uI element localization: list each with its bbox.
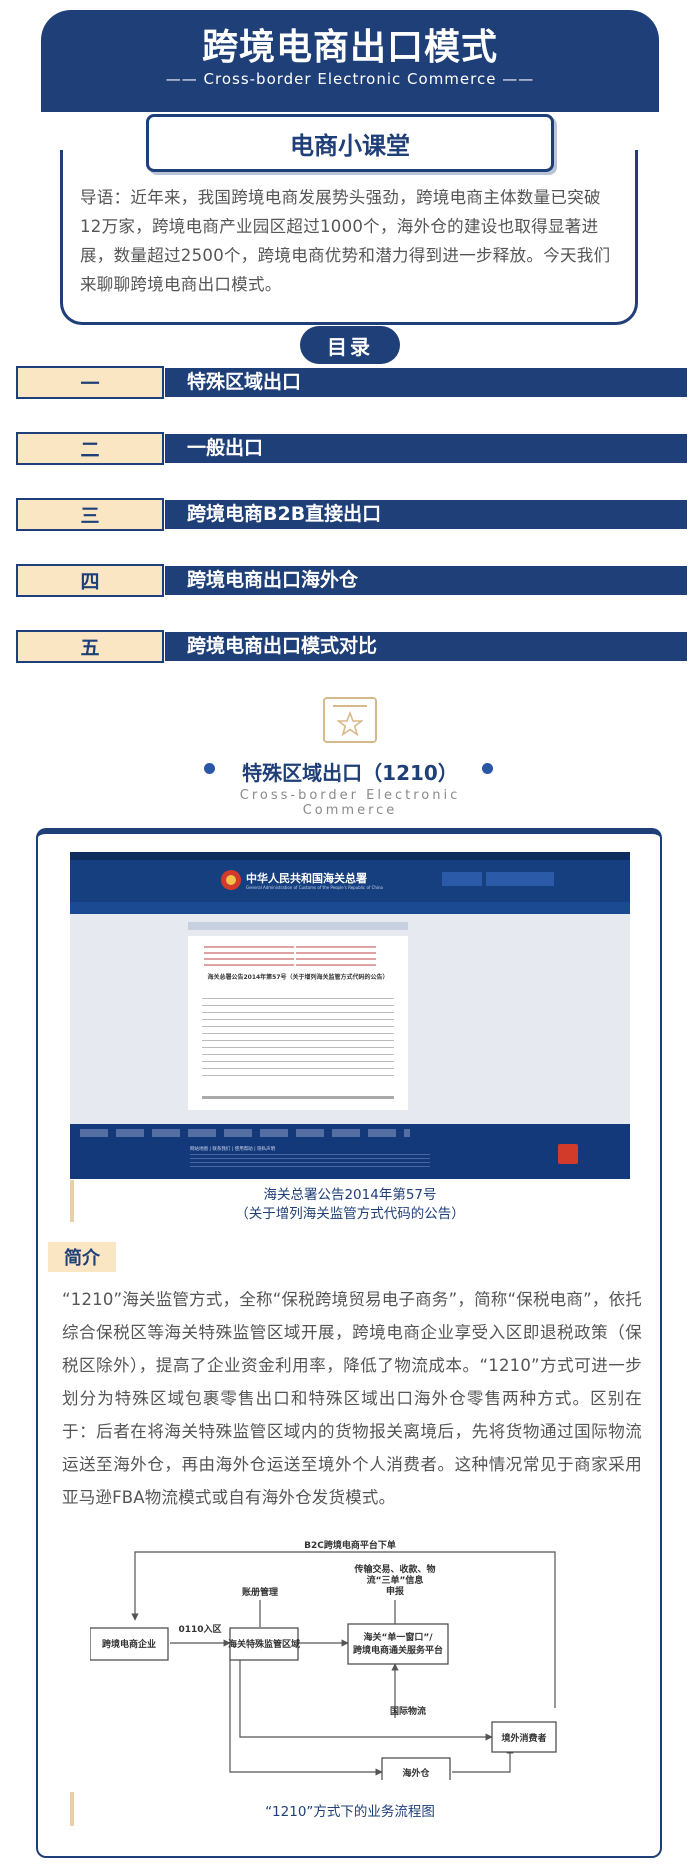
web-org-en: General Administration of Customs of the… bbox=[246, 885, 384, 890]
node-window bbox=[347, 1623, 449, 1665]
caption-line: （关于增列海关监管方式代码的公告） bbox=[235, 1206, 465, 1222]
caption-accent bbox=[70, 1180, 74, 1222]
section-subtitle: Cross-border Electronic Commerce bbox=[239, 788, 461, 818]
toc-item-special-zone[interactable]: 特殊区域出口 bbox=[165, 368, 687, 397]
label-platform-order: B2C跨境电商平台下单 bbox=[304, 1540, 396, 1551]
arrow-to-warehouse bbox=[229, 1660, 383, 1776]
caption-line: 海关总署公告2014年第57号 bbox=[263, 1187, 437, 1203]
toc-item-b2b-direct[interactable]: 跨境电商B2B直接出口 bbox=[165, 500, 687, 529]
toc-number: 四 bbox=[16, 564, 164, 597]
toc-item-general-export[interactable]: 一般出口 bbox=[165, 434, 687, 463]
web-announcement-title: 海关总署公告2014年第57号（关于增列海关监管方式代码的公告） bbox=[207, 974, 389, 981]
page-subtitle: —— Cross-border Electronic Commerce —— bbox=[165, 70, 535, 88]
toc-title: 目录 bbox=[300, 326, 400, 364]
node-window-label-2: 跨境电商通关服务平台 bbox=[353, 1644, 443, 1656]
section-title: 特殊区域出口（1210） bbox=[242, 761, 458, 785]
emblem-icon bbox=[221, 870, 241, 890]
web-footer-menu[interactable]: 网站地图 | 联系我们 | 使用帮助 | 隐私声明 bbox=[190, 1146, 275, 1152]
node-zone-label: 海关特殊监管区域 bbox=[228, 1638, 300, 1650]
node-enterprise-label: 跨境电商企业 bbox=[102, 1638, 156, 1650]
label-entry: 0110入区 bbox=[178, 1624, 221, 1635]
label-info-2: 流“三单”信息 bbox=[367, 1574, 424, 1586]
toc-number: 三 bbox=[16, 498, 164, 531]
page-title: 跨境电商出口模式 bbox=[201, 27, 498, 68]
web-footer-text bbox=[190, 1154, 430, 1168]
image-caption: 海关总署公告2014年第57号 （关于增列海关监管方式代码的公告） bbox=[150, 1186, 550, 1224]
label-info-1: 传输交易、收款、物 bbox=[353, 1563, 435, 1575]
label-info-3: 申报 bbox=[386, 1585, 404, 1597]
flow-caption: “1210”方式下的业务流程图 bbox=[265, 1804, 435, 1820]
intro-label: 简介 bbox=[48, 1242, 116, 1272]
class-badge: 电商小课堂 bbox=[146, 114, 554, 172]
star-icon bbox=[337, 711, 363, 737]
flow-diagram: B2C跨境电商平台下单 账册管理 传输交易、收款、物 流“三单”信息 申报 01… bbox=[90, 1540, 557, 1780]
toc-item-comparison[interactable]: 跨境电商出口模式对比 bbox=[165, 632, 687, 661]
toc-number: 五 bbox=[16, 630, 164, 663]
node-consumer-label: 境外消费者 bbox=[501, 1732, 546, 1744]
bullet-dot bbox=[482, 763, 493, 774]
web-org-name: 中华人民共和国海关总署 bbox=[246, 872, 367, 885]
web-scrollbar[interactable] bbox=[202, 1096, 394, 1099]
web-header-block bbox=[442, 872, 482, 886]
toc-number: 二 bbox=[16, 432, 164, 465]
toc-number: 一 bbox=[16, 366, 164, 399]
arrow-to-consumer bbox=[239, 1660, 493, 1741]
body-text: “1210”海关监管方式，全称“保税跨境贸易电子商务”，简称“保税电商”，依托综… bbox=[62, 1290, 642, 1507]
customs-website-screenshot: 中华人民共和国海关总署 General Administration of Cu… bbox=[70, 852, 630, 1179]
web-header: 中华人民共和国海关总署 General Administration of Cu… bbox=[70, 860, 630, 902]
web-article: 海关总署公告2014年第57号（关于增列海关监管方式代码的公告） bbox=[188, 936, 408, 1110]
web-article-body bbox=[202, 998, 394, 1078]
web-header-block bbox=[486, 872, 554, 886]
web-topbar bbox=[70, 852, 630, 860]
section-icon-line bbox=[333, 705, 367, 707]
intro-text: 导语：近年来，我国跨境电商发展势头强劲，跨境电商主体数量已突破12万家，跨境电商… bbox=[80, 188, 611, 294]
web-meta bbox=[296, 946, 376, 968]
party-gov-icon[interactable] bbox=[558, 1144, 578, 1164]
web-breadcrumb bbox=[188, 922, 408, 930]
label-intl-logistics: 国际物流 bbox=[390, 1705, 426, 1717]
toc-item-overseas-warehouse[interactable]: 跨境电商出口海外仓 bbox=[165, 566, 687, 595]
web-nav-bar[interactable] bbox=[70, 902, 630, 914]
web-footer-links bbox=[80, 1129, 410, 1137]
web-meta bbox=[204, 946, 294, 968]
label-account-mgmt: 账册管理 bbox=[242, 1586, 278, 1598]
web-footer: 网站地图 | 联系我们 | 使用帮助 | 隐私声明 bbox=[70, 1124, 630, 1179]
node-window-label-1: 海关“单一窗口”/ bbox=[363, 1631, 433, 1643]
caption-accent bbox=[70, 1792, 74, 1826]
node-warehouse-label: 海外仓 bbox=[402, 1767, 430, 1779]
